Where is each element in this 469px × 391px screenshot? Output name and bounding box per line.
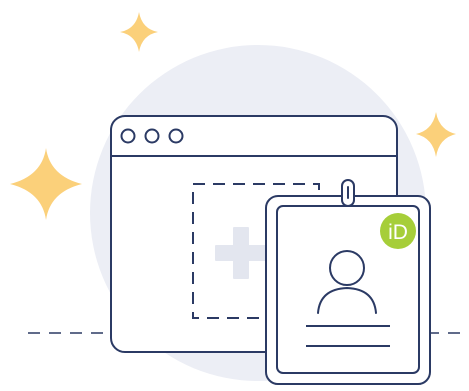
orcid-id-illustration: iD xyxy=(0,0,469,391)
illustration-canvas: iD xyxy=(10,12,469,385)
sparkle-icon xyxy=(120,12,158,52)
sparkle-icon xyxy=(416,112,456,157)
orcid-logo-text: iD xyxy=(388,221,408,244)
orcid-logo-icon: iD xyxy=(380,213,416,249)
sparkle-icon xyxy=(10,148,82,220)
id-badge-icon: iD xyxy=(265,179,431,385)
